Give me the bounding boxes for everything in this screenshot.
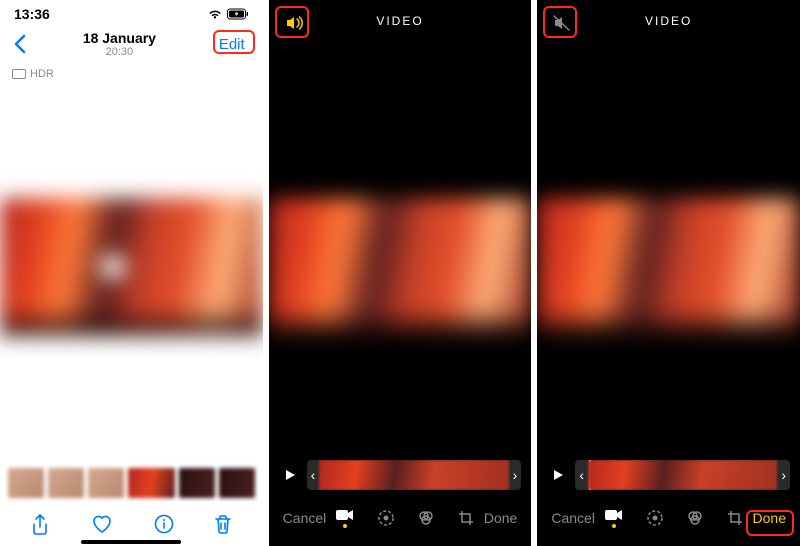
chevron-left-icon (12, 34, 26, 54)
annotation-highlight-muted (543, 6, 577, 38)
active-indicator (343, 524, 347, 528)
play-icon (283, 468, 297, 482)
annotation-highlight-edit (213, 30, 255, 54)
date-sub: 20:30 (26, 46, 213, 58)
hdr-icon (12, 69, 26, 79)
favorite-button[interactable] (91, 514, 113, 536)
date-header: 18 January 20:30 (26, 30, 213, 58)
date-main: 18 January (26, 30, 213, 46)
video-edit-panel-sound-on: VIDEO ‹ › Cancel Done (269, 0, 532, 546)
annotation-highlight-done (746, 510, 794, 536)
video-preview[interactable] (269, 198, 532, 336)
status-bar: 13:36 (0, 0, 263, 22)
video-tab[interactable] (335, 508, 355, 528)
video-edit-panel-sound-off: VIDEO ‹ › Cancel Done (537, 0, 800, 546)
heart-icon (91, 514, 113, 534)
filters-tab[interactable] (417, 509, 435, 527)
trim-end-handle[interactable]: › (777, 467, 790, 483)
hdr-badge: HDR (12, 68, 54, 80)
crop-icon (457, 509, 475, 527)
cancel-button[interactable]: Cancel (283, 510, 327, 526)
status-time: 13:36 (14, 6, 50, 22)
video-icon (604, 508, 624, 522)
crop-tab[interactable] (457, 509, 475, 527)
filters-tab[interactable] (686, 509, 704, 527)
battery-icon (227, 8, 249, 20)
thumbnail[interactable] (179, 468, 215, 498)
trash-icon (214, 514, 232, 534)
preview-spotlight (96, 250, 130, 284)
edit-title: VIDEO (645, 14, 692, 28)
info-button[interactable] (154, 514, 174, 536)
cancel-button[interactable]: Cancel (551, 510, 595, 526)
edit-tool-icons (604, 508, 744, 528)
info-icon (154, 514, 174, 534)
trim-start-handle[interactable]: ‹ (307, 467, 320, 483)
photos-viewer-panel: 13:36 18 January 20:30 Edit HDR (0, 0, 263, 546)
adjust-tab[interactable] (377, 509, 395, 527)
adjust-tab[interactable] (646, 509, 664, 527)
delete-button[interactable] (214, 514, 232, 536)
video-timeline: ‹ › (547, 460, 790, 490)
wifi-icon (207, 8, 223, 20)
play-icon (551, 468, 565, 482)
thumbnail-strip[interactable] (8, 468, 255, 498)
edit-toolbar: Cancel Done (269, 508, 532, 528)
preview-silhouette (0, 308, 263, 336)
thumbnail[interactable] (8, 468, 44, 498)
thumbnail[interactable] (48, 468, 84, 498)
filters-icon (417, 509, 435, 527)
edit-tool-icons (335, 508, 475, 528)
video-preview[interactable] (537, 198, 800, 336)
video-tab[interactable] (604, 508, 624, 528)
edit-title: VIDEO (376, 14, 423, 28)
video-icon (335, 508, 355, 522)
filters-icon (686, 509, 704, 527)
video-preview[interactable] (0, 198, 263, 336)
share-icon (30, 514, 50, 536)
scrubber[interactable]: ‹ › (575, 460, 790, 490)
done-button-disabled[interactable]: Done (484, 510, 517, 526)
thumbnail[interactable] (219, 468, 255, 498)
scrubber[interactable]: ‹ › (307, 460, 522, 490)
crop-tab[interactable] (726, 509, 744, 527)
adjust-icon (377, 509, 395, 527)
bottom-toolbar (0, 510, 263, 540)
thumbnail-active[interactable] (128, 468, 175, 498)
play-button[interactable] (279, 464, 301, 486)
crop-icon (726, 509, 744, 527)
annotation-highlight-sound (275, 6, 309, 38)
thumbnail[interactable] (88, 468, 124, 498)
status-icons (207, 8, 249, 20)
play-button[interactable] (547, 464, 569, 486)
scrubber-frames (319, 460, 508, 490)
trim-start-handle[interactable]: ‹ (575, 467, 588, 483)
video-timeline: ‹ › (279, 460, 522, 490)
home-indicator[interactable] (81, 540, 181, 544)
scrubber-frames (588, 460, 777, 490)
share-button[interactable] (30, 514, 50, 536)
hdr-label: HDR (30, 68, 54, 80)
active-indicator (612, 524, 616, 528)
back-button[interactable] (12, 34, 26, 54)
adjust-icon (646, 509, 664, 527)
trim-end-handle[interactable]: › (509, 467, 522, 483)
